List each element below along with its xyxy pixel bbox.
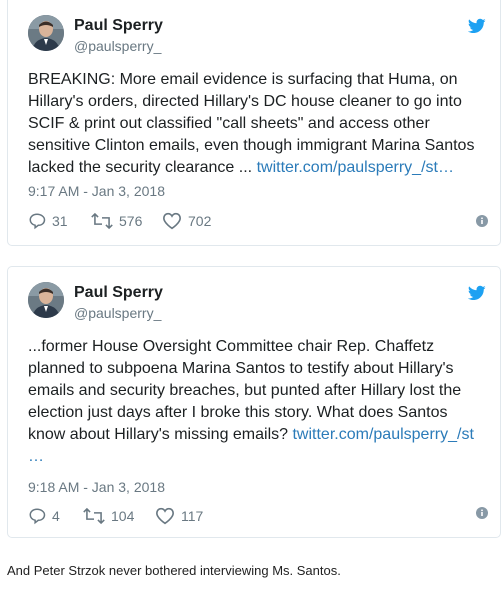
retweet-count: 104 <box>111 508 135 524</box>
info-icon[interactable] <box>476 215 488 227</box>
author-name[interactable]: Paul Sperry <box>74 284 163 302</box>
tweet-card[interactable]: Paul Sperry @paulsperry_ BREAKING: More … <box>7 0 501 246</box>
reply-count: 31 <box>52 213 68 229</box>
retweet-button[interactable]: 104 <box>83 507 134 525</box>
like-button[interactable]: 702 <box>162 212 211 230</box>
tweet-text: BREAKING: More email evidence is surfaci… <box>28 69 488 179</box>
reply-button[interactable]: 31 <box>28 212 68 230</box>
retweet-icon <box>91 212 113 230</box>
twitter-bird-icon[interactable] <box>468 284 486 302</box>
tweet-card[interactable]: Paul Sperry @paulsperry_ ...former House… <box>7 266 501 538</box>
reply-icon <box>29 508 46 525</box>
tweet-actions: 4 104 117 <box>28 507 488 527</box>
like-icon <box>155 507 175 525</box>
reply-button[interactable]: 4 <box>28 507 60 525</box>
tweet-timestamp[interactable]: 9:17 AM - Jan 3, 2018 <box>28 183 165 199</box>
tweet-timestamp[interactable]: 9:18 AM - Jan 3, 2018 <box>28 479 165 495</box>
avatar[interactable] <box>28 282 64 318</box>
like-count: 702 <box>188 213 212 229</box>
article-caption: And Peter Strzok never bothered intervie… <box>7 563 341 578</box>
like-button[interactable]: 117 <box>155 507 203 525</box>
retweet-icon <box>83 507 105 525</box>
like-icon <box>162 212 182 230</box>
twitter-bird-icon[interactable] <box>468 17 486 35</box>
retweet-button[interactable]: 576 <box>91 212 142 230</box>
like-count: 117 <box>181 508 204 524</box>
avatar[interactable] <box>28 15 64 51</box>
author-handle[interactable]: @paulsperry_ <box>74 305 161 321</box>
tweet-actions: 31 576 702 <box>28 212 488 232</box>
info-icon[interactable] <box>476 507 488 519</box>
author-name[interactable]: Paul Sperry <box>74 17 163 35</box>
tweet-link[interactable]: twitter.com/paulsperry_/st… <box>257 159 454 176</box>
reply-icon <box>29 213 46 230</box>
author-handle[interactable]: @paulsperry_ <box>74 38 161 54</box>
retweet-count: 576 <box>119 213 143 229</box>
reply-count: 4 <box>52 508 60 524</box>
tweet-text: ...former House Oversight Committee chai… <box>28 336 488 468</box>
